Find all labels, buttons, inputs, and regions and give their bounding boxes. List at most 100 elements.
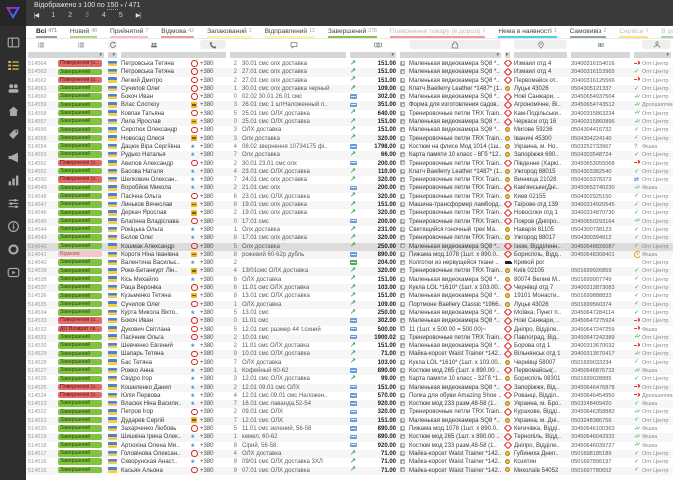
order-row[interactable]: 514524 Повернення (з... Юлія Первова * +380 4… (26, 391, 673, 401)
column-refresh-icon[interactable] (108, 40, 117, 49)
order-row[interactable]: 514528 Завершений Бас Тетяна +380 7 ОЛХ доста… (26, 358, 673, 367)
page-size-selector[interactable]: 150 (106, 2, 119, 10)
sidebar-item-tag-icon[interactable] (5, 127, 21, 141)
tab-Прийнятий[interactable]: Прийнятий 7 (110, 26, 149, 38)
column-banknote-icon[interactable] (358, 40, 398, 49)
order-row[interactable]: 514525 Повернення (з... Кошеленко Данил * +3… (26, 383, 673, 393)
filter-input[interactable]: ▼ (400, 51, 501, 58)
filter-row: ▼ ▼ ▼ ▼ ▼ ▼ (26, 50, 673, 60)
order-row[interactable]: 514542 Завершений Кошмак Александр +380 5 Олх… (26, 242, 673, 251)
carrier-cell (503, 450, 512, 458)
order-row[interactable]: 514522 Завершений Петров Ігор +380 2 09.01 см… (26, 408, 673, 417)
app-logo[interactable] (0, 0, 26, 26)
tab-Запакований[interactable]: Запакований 1 (207, 26, 252, 38)
order-row[interactable]: 514526 Завершений Свідро Ігор * +380 3 12.01 с… (26, 375, 673, 385)
order-row[interactable]: 514553 Завершений Рудько Наталья * +380 7 Олх … (26, 151, 673, 161)
sales-category: Фішка (642, 185, 658, 192)
tab-Відмова[interactable]: Відмова 42 (161, 26, 195, 38)
order-id: 514555 (28, 135, 47, 142)
column-phone-icon[interactable] (200, 40, 226, 49)
tab-Самовивіз[interactable]: Самовивіз 2 (569, 26, 607, 38)
filter-input[interactable] (571, 51, 630, 58)
product-name: Клатч Baellerry Leather *1487* (1.. (409, 85, 503, 92)
order-amount: 151.00 (377, 343, 396, 350)
filter-input[interactable]: ▼ (28, 51, 104, 58)
page-button-5[interactable]: 5 (119, 12, 123, 19)
column-users-icon[interactable] (119, 40, 189, 49)
sales-category: Опт Центр (642, 334, 669, 341)
order-row[interactable]: 514561 Завершений Сучилов Олег +380 1 30.01 с… (26, 85, 673, 94)
sidebar-item-help-icon[interactable] (5, 242, 21, 256)
page-button-3[interactable]: 3 (85, 12, 89, 19)
product-icon (400, 69, 405, 75)
tab-Повернення товару (в дорозі)[interactable]: Повернення товару (в дорозі) 0 (389, 26, 486, 38)
sidebar-item-orders-icon[interactable] (5, 58, 21, 72)
filter-input[interactable] (514, 51, 567, 58)
product-name: Тренировочные петли TRX Train.. (409, 160, 503, 167)
tab-Нема в наявності[interactable]: Нема в наявності 1 (498, 26, 557, 38)
carrier-icon (503, 60, 512, 68)
channel-cell (189, 109, 198, 118)
sales-category: Опт Центр (642, 177, 669, 184)
tracking-number: 20450648826087 (571, 243, 615, 250)
sidebar-item-contacts-icon[interactable] (5, 81, 21, 95)
sidebar-item-dashboard-icon[interactable] (5, 35, 21, 49)
carrier-icon (503, 159, 512, 168)
delivery-status-icon: ✓✓ (634, 351, 640, 358)
order-row[interactable]: 514546 Завершений Деркач Ярослав +380 2 19.01… (26, 209, 673, 218)
column-org-icon[interactable] (642, 40, 671, 49)
order-row[interactable]: 514533 Повернення (з... Бокоч Иван +380 0 11.… (26, 317, 673, 326)
first-page-button[interactable]: |◀ (34, 12, 39, 19)
phone-number: +380 (200, 168, 214, 175)
last-page-button[interactable]: ▶| (136, 12, 141, 19)
order-row[interactable]: 514560 Завершений Бокоч Иван +380 0 02.02 30.… (26, 93, 673, 101)
order-row[interactable]: 514523 Завершений Власюк Ніна Васили.. * +38… (26, 400, 673, 409)
status-badge: Завершений (58, 425, 102, 432)
filter-input[interactable]: ▼ (505, 51, 510, 58)
sidebar-item-company-icon[interactable] (5, 104, 21, 118)
ukraine-flag-icon (108, 102, 117, 108)
order-row[interactable]: 514555 Завершений Новосад Олеся +380 3 Олх до… (26, 134, 673, 143)
order-row[interactable]: 514519 Завершений Шишкіна Ірина Олек.. * +38… (26, 433, 673, 443)
page-button-1[interactable]: 1 (51, 12, 55, 19)
sidebar-item-info-icon[interactable] (5, 219, 21, 233)
sidebar-item-video-icon[interactable] (5, 265, 21, 279)
tab-Всі[interactable]: Всі 471 (36, 26, 57, 38)
order-row[interactable]: 514515 Завершений Касьян Альона +380 9 07.01 … (26, 466, 673, 475)
order-row[interactable]: 514550 Повернення (з... Шелковин Олексан..… (26, 176, 673, 186)
flag-cell (106, 243, 119, 251)
filter-input[interactable]: ▼ (634, 51, 671, 58)
product-icon-cell (398, 309, 407, 317)
page-button-2[interactable]: 2 (68, 12, 72, 19)
filter-input[interactable] (121, 51, 226, 58)
column-pin-icon[interactable] (514, 40, 567, 49)
tab-Сервіси[interactable]: Сервіси 0 (619, 26, 649, 38)
payment-icon (350, 426, 357, 431)
tab-В дорозі додому[interactable]: В дорозі додому0 (661, 26, 673, 38)
order-row[interactable]: 514532 ДО Возврат ок... Дукович Світлана +3… (26, 325, 673, 334)
filter-input[interactable]: ▼ (108, 51, 117, 58)
phone-number: +380 (200, 450, 214, 457)
tab-Відправлений[interactable]: Відправлений 12 (264, 26, 315, 38)
column-list-icon[interactable] (26, 40, 56, 49)
tab-Завершений[interactable]: Завершений 278 (327, 26, 377, 38)
tab-Новий[interactable]: Новий 48 (69, 26, 98, 38)
sidebar-item-sliders-icon[interactable] (5, 196, 21, 210)
sales-category: Фішка (642, 367, 658, 374)
filter-input[interactable]: ▼ (350, 51, 396, 58)
column-list-icon[interactable] (56, 40, 106, 49)
product-icon-cell (398, 168, 407, 176)
order-row[interactable]: 514541 Відмова Коротя Ніна Іванівна +380 8 ро… (26, 250, 673, 260)
column-chat-icon[interactable] (240, 40, 348, 49)
filter-input[interactable] (230, 51, 346, 58)
page-button-4[interactable]: 4 (102, 12, 106, 19)
order-row[interactable]: 514521 Завершений Дударев Сергій +380 7 12.01… (26, 416, 673, 426)
order-row[interactable]: 514520 Завершений Захарченко Любовь +380 5 11… (26, 425, 673, 433)
status-cell: Завершений (56, 358, 106, 367)
sidebar-item-stats-icon[interactable] (5, 173, 21, 187)
sidebar-item-announce-icon[interactable] (5, 150, 21, 164)
column-bag-icon[interactable] (409, 40, 501, 49)
order-row[interactable]: 514534 Завершений Курта Микола Вікто.. * +38… (26, 309, 673, 319)
column-barcode-icon[interactable] (569, 40, 632, 49)
ukraine-flag-icon (108, 218, 117, 224)
